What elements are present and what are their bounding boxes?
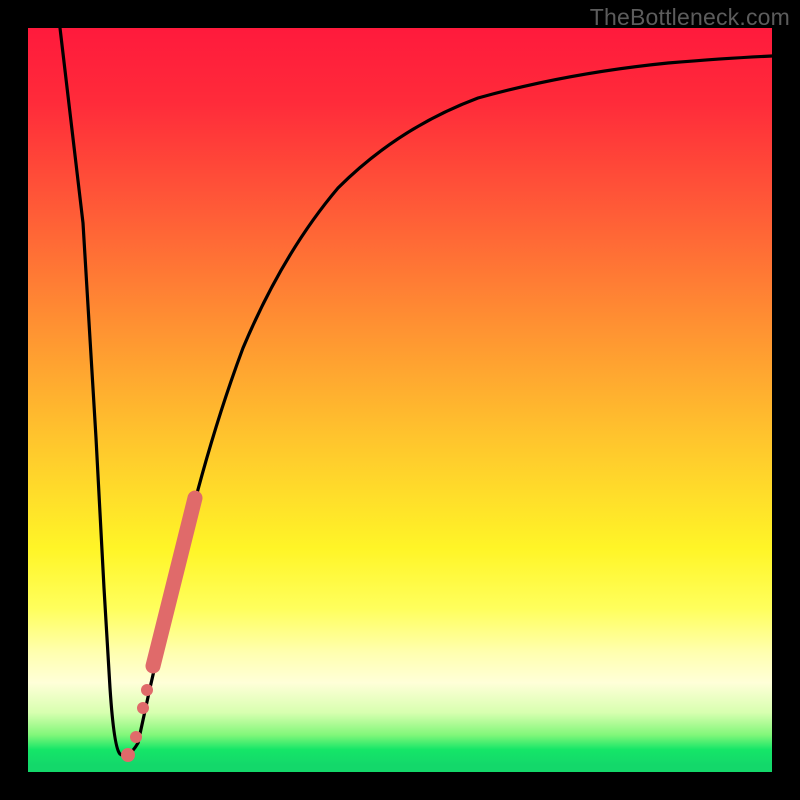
chart-frame: TheBottleneck.com <box>0 0 800 800</box>
marker-dot-2 <box>137 702 149 714</box>
watermark-text: TheBottleneck.com <box>590 4 790 31</box>
marker-dot-4 <box>121 748 135 762</box>
highlight-segment <box>153 498 195 666</box>
marker-dot-1 <box>141 684 153 696</box>
plot-area <box>28 28 772 772</box>
bottleneck-curve <box>60 28 772 756</box>
curve-svg <box>28 28 772 772</box>
marker-dot-3 <box>130 731 142 743</box>
